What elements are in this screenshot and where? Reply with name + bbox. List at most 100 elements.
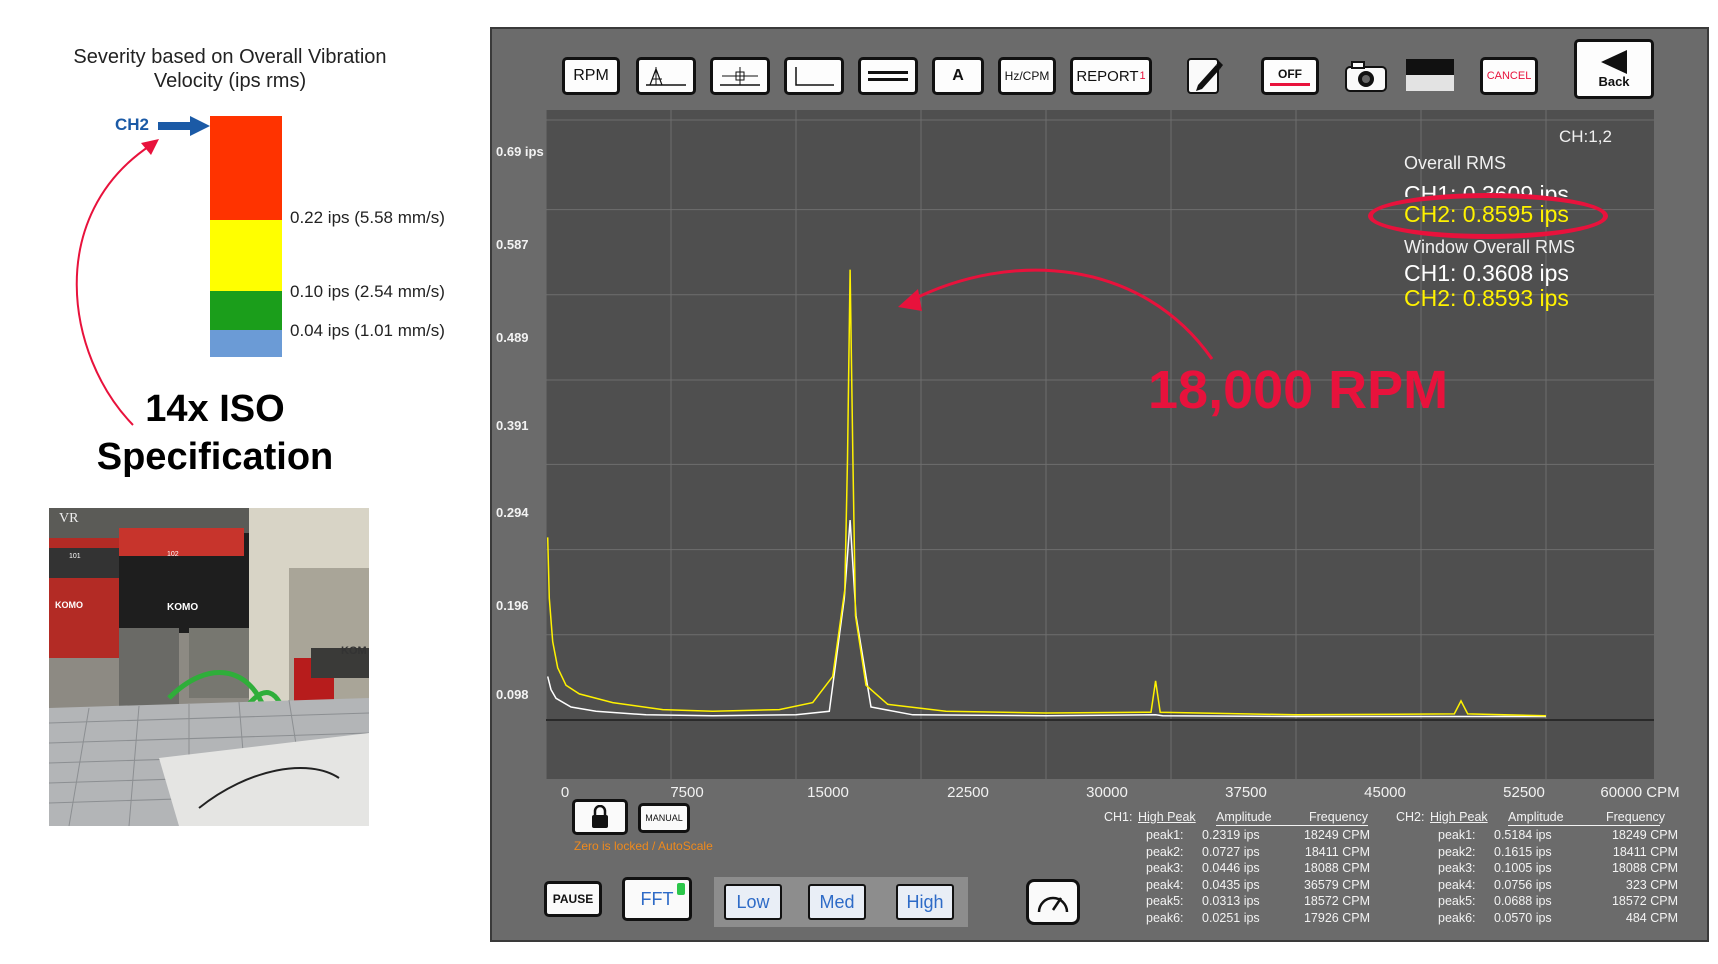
severity-title: Severity based on Overall Vibration Velo… (70, 45, 390, 93)
ch2-peak-cell: 0.0570 ips (1494, 910, 1552, 925)
zero-lock-button[interactable] (572, 799, 628, 835)
ch1-peak-cell: 18411 CPM (1304, 844, 1370, 859)
manual-scale-button[interactable]: MANUAL (638, 803, 690, 833)
ch1-peak-cell: 0.0435 ips (1202, 877, 1260, 892)
spectrum-peak-icon (646, 67, 686, 86)
severity-title-line1: Severity based on Overall Vibration (73, 46, 387, 68)
grid-lines-button[interactable] (858, 57, 918, 95)
x-tick-label: 37500 (1225, 784, 1267, 801)
back-arrow-icon (1601, 49, 1627, 74)
ch2-peak-cell: 0.0688 ips (1494, 894, 1552, 908)
x-tick-label: 30000 (1086, 784, 1128, 801)
severity-label-green: 0.04 ips (1.01 mm/s) (290, 321, 445, 340)
ch1-header-underline (1216, 825, 1368, 826)
ch1-peak-cell: peak6: (1146, 910, 1184, 925)
ch1-peak-cell: 18572 CPM (1303, 894, 1370, 908)
channel-indicator: CH:1,2 (1559, 127, 1612, 146)
ch2-peak-cell: peak2: (1438, 844, 1476, 859)
crosshair-cursor-button[interactable] (710, 57, 770, 95)
ch2-peak-cell: peak4: (1438, 877, 1476, 892)
photo-label-komo-center: KOMO (167, 602, 198, 613)
camera-icon (1345, 61, 1387, 92)
analyzer-screen: RPM A Hz/CPM REPORT 1 OFF CANCEL Back 0.… (490, 27, 1709, 942)
theme-toggle-button[interactable] (1406, 59, 1454, 91)
range-low-button[interactable]: Low (724, 884, 782, 920)
hz-cpm-button[interactable]: Hz/CPM (998, 57, 1056, 95)
ch1-peak-cell: 17926 CPM (1303, 910, 1370, 925)
hz-cpm-button-label: Hz/CPM (1004, 69, 1050, 83)
y-tick-label: 0.098 (496, 687, 529, 702)
back-button-label: Back (1598, 73, 1630, 89)
y-tick-label: 0.196 (496, 598, 529, 613)
severity-band-red (210, 116, 282, 220)
ch1-peak-cell: peak2: (1146, 844, 1184, 859)
edit-notes-button[interactable] (1186, 55, 1224, 95)
range-high-button[interactable]: High (896, 884, 954, 920)
ch2-header-underline (1508, 825, 1660, 826)
ch2-peak-cell: peak6: (1438, 910, 1476, 925)
y-tick-label: 0.69 ips (496, 144, 544, 159)
x-tick-label: 15000 (807, 784, 849, 801)
fft-button-label: FFT (640, 888, 674, 909)
y-tick-label: 0.587 (496, 237, 529, 252)
ch2-peak-cell: 323 CPM (1625, 877, 1678, 892)
ch1-table-title: CH1: (1104, 810, 1133, 824)
axis-button[interactable] (784, 57, 844, 95)
axis-icon (795, 67, 834, 86)
window-rms-ch1: CH1: 0.3608 ips (1404, 260, 1569, 286)
ch1-peak-cell: 0.2319 ips (1202, 828, 1260, 842)
screenshot-button[interactable] (1344, 59, 1388, 93)
pause-button[interactable]: PAUSE (544, 881, 602, 917)
y-tick-label: 0.489 (496, 330, 529, 345)
report-badge: 1 (1139, 70, 1146, 82)
amplitude-button[interactable]: A (932, 57, 984, 95)
annotation-arrow-icon (898, 268, 1214, 360)
gauge-button[interactable] (1026, 879, 1080, 925)
theme-light-swatch (1406, 75, 1454, 91)
speedometer-icon (1037, 896, 1069, 913)
overall-rms-title: Overall RMS (1404, 153, 1507, 173)
photo-label-komo-left: KOMO (55, 600, 83, 610)
ch2-header-peak: High Peak (1430, 810, 1488, 824)
ch2-peak-table: CH2: High Peak Amplitude Frequency peak1… (1396, 810, 1696, 930)
overlay-off-button[interactable]: OFF (1261, 57, 1319, 95)
iso-callout-line2: Specification (96, 436, 334, 478)
severity-label-yellow: 0.10 ips (2.54 mm/s) (290, 282, 445, 301)
report-button-label: REPORT (1076, 67, 1139, 85)
ch2-peak-cell: 0.5184 ips (1494, 828, 1552, 842)
ch1-peak-cell: peak1: (1146, 828, 1184, 842)
ch1-peak-table: CH1: High Peak Amplitude Frequency peak1… (1104, 810, 1394, 930)
range-med-button[interactable]: Med (808, 884, 866, 920)
fft-active-indicator (677, 883, 685, 895)
range-high-label: High (906, 891, 944, 912)
cancel-button-label: CANCEL (1486, 70, 1532, 82)
ch2-peak-cell: peak5: (1438, 894, 1476, 908)
ch1-peak-cell: peak5: (1146, 894, 1184, 908)
y-tick-label: 0.391 (496, 418, 529, 433)
report-button[interactable]: REPORT 1 (1070, 57, 1152, 95)
ch2-peak-cell: peak3: (1438, 861, 1476, 875)
severity-label-red: 0.22 ips (5.58 mm/s) (290, 208, 445, 227)
back-button[interactable]: Back (1574, 39, 1654, 99)
ch2-peak-cell: 18411 CPM (1612, 844, 1678, 859)
spectrum-marker-button[interactable] (636, 57, 696, 95)
manual-button-label: MANUAL (645, 813, 683, 823)
theme-dark-swatch (1406, 59, 1454, 75)
rpm-button-label: RPM (573, 67, 609, 84)
iso-callout-line1: 14x ISO (145, 388, 285, 430)
fft-button[interactable]: FFT (622, 877, 692, 921)
ch1-peak-cell: 0.0727 ips (1202, 844, 1260, 859)
ch2-peak-cell: 484 CPM (1625, 910, 1678, 925)
cancel-button[interactable]: CANCEL (1480, 57, 1538, 95)
ch1-peak-cell: 0.0251 ips (1202, 910, 1260, 925)
machine-photo: VR 101 102 KOMO KOMO KOM (49, 508, 369, 826)
amplitude-button-label: A (952, 67, 964, 84)
range-med-label: Med (819, 891, 855, 912)
rpm-button[interactable]: RPM (562, 57, 620, 95)
ch2-peak-cell: 18572 CPM (1611, 894, 1678, 908)
severity-band-green (210, 291, 282, 330)
ch2-peak-cell: 0.1615 ips (1494, 844, 1552, 859)
x-tick-label: 7500 (670, 784, 704, 801)
ch1-peak-cell: 0.0446 ips (1202, 861, 1260, 875)
lock-icon (592, 805, 608, 828)
